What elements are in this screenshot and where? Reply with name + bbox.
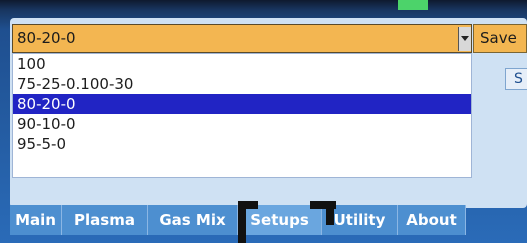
setup-dropdown-list[interactable]: 100 75-25-0.100-30 80-20-0 90-10-0 95-5-… <box>12 53 472 178</box>
tab-setups[interactable]: Setups <box>238 205 322 235</box>
status-indicator <box>398 0 428 10</box>
chevron-down-icon[interactable] <box>458 27 471 51</box>
tab-main[interactable]: Main <box>10 205 62 235</box>
setup-select-value: 80-20-0 <box>17 29 76 47</box>
dropdown-option[interactable]: 90-10-0 <box>13 114 471 134</box>
dropdown-option[interactable]: 75-25-0.100-30 <box>13 74 471 94</box>
setup-select[interactable]: 80-20-0 <box>12 24 472 53</box>
photo-marker <box>326 201 334 225</box>
photo-marker <box>238 201 246 243</box>
dropdown-option-selected[interactable]: 80-20-0 <box>13 94 471 114</box>
tab-plasma[interactable]: Plasma <box>62 205 148 235</box>
tab-about[interactable]: About <box>398 205 466 235</box>
tab-gas-mix[interactable]: Gas Mix <box>148 205 238 235</box>
save-button[interactable]: Save <box>473 24 527 53</box>
dropdown-option[interactable]: 100 <box>13 54 471 74</box>
tab-bar: Main Plasma Gas Mix Setups Utility About <box>10 205 527 235</box>
device-screen: 80-20-0 Save 100 75-25-0.100-30 80-20-0 … <box>0 0 527 243</box>
side-control-button[interactable]: S <box>505 68 527 90</box>
dropdown-option[interactable]: 95-5-0 <box>13 134 471 154</box>
